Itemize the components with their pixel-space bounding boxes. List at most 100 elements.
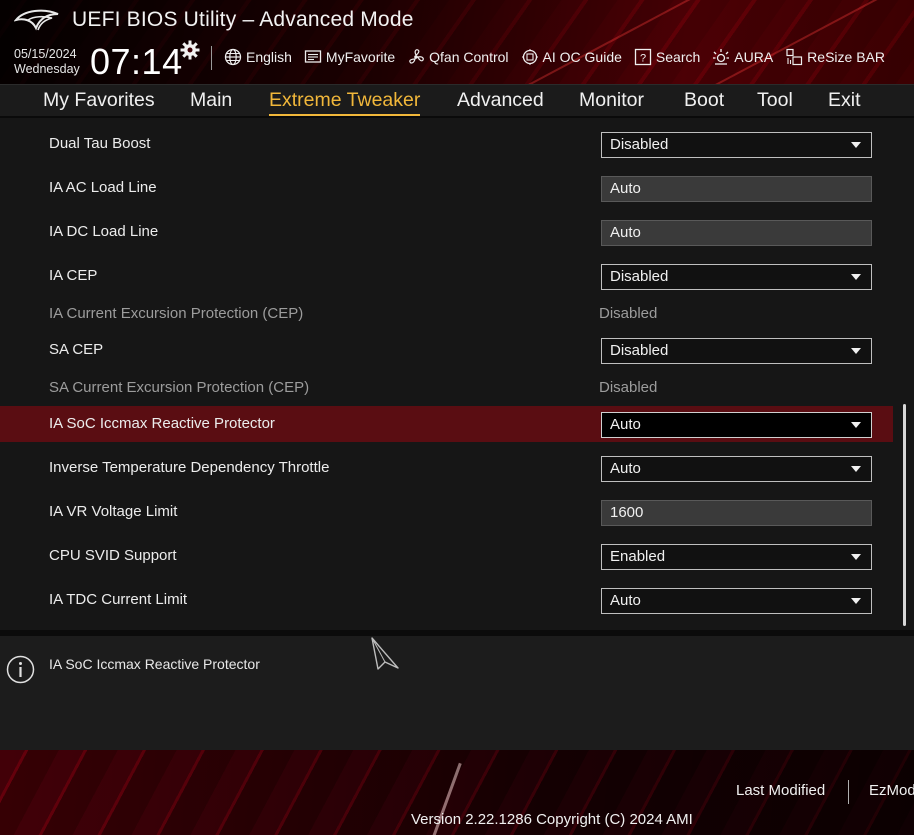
- qfan-control-label: Qfan Control: [429, 49, 509, 65]
- dual-tau-boost-dropdown[interactable]: Disabled: [601, 132, 872, 158]
- footer-bar: Last Modified EzMode(F7) Version 2.22.12…: [0, 750, 914, 835]
- favorite-icon: [304, 50, 322, 63]
- chevron-down-icon: [851, 274, 861, 280]
- ia-vr-voltage-limit-input[interactable]: 1600: [601, 500, 872, 526]
- header-decoration: [637, 0, 903, 84]
- setting-row-cpu-svid-support[interactable]: CPU SVID Support Enabled: [0, 538, 893, 574]
- readonly-value: Disabled: [599, 379, 658, 396]
- dropdown-value: Disabled: [610, 136, 669, 153]
- setting-label: IA VR Voltage Limit: [49, 503, 178, 520]
- sa-cep-dropdown[interactable]: Disabled: [601, 338, 872, 364]
- setting-row-ia-ac-load-line[interactable]: IA AC Load Line Auto: [0, 170, 893, 206]
- gear-icon[interactable]: [180, 40, 200, 60]
- setting-row-ia-vr-voltage-limit[interactable]: IA VR Voltage Limit 1600: [0, 494, 893, 530]
- dropdown-value: Enabled: [610, 548, 666, 565]
- setting-label: IA AC Load Line: [49, 179, 157, 196]
- dropdown-value: Auto: [610, 416, 641, 433]
- setting-row-ia-current-excursion-protection: IA Current Excursion Protection (CEP) Di…: [0, 296, 893, 332]
- search-button[interactable]: ? Search: [634, 48, 700, 66]
- chevron-down-icon: [851, 466, 861, 472]
- svg-text:?: ?: [640, 53, 646, 65]
- ia-ac-load-line-input[interactable]: Auto: [601, 176, 872, 202]
- main-tab-bar: My Favorites Main Extreme Tweaker Advanc…: [0, 84, 914, 118]
- resize-bar-button[interactable]: ReSize BAR: [785, 48, 885, 66]
- setting-label: IA TDC Current Limit: [49, 591, 188, 608]
- language-button[interactable]: English: [224, 48, 292, 66]
- ia-dc-load-line-input[interactable]: Auto: [601, 220, 872, 246]
- ia-soc-iccmax-reactive-protector-dropdown[interactable]: Auto: [601, 412, 872, 438]
- chevron-down-icon: [851, 598, 861, 604]
- tab-tool[interactable]: Tool: [757, 89, 793, 112]
- tab-monitor[interactable]: Monitor: [579, 89, 644, 112]
- weekday-text: Wednesday: [14, 62, 80, 76]
- fan-icon: [409, 49, 424, 64]
- tab-extreme-tweaker[interactable]: Extreme Tweaker: [269, 89, 421, 116]
- aura-button[interactable]: AURA: [712, 48, 773, 66]
- setting-row-dual-tau-boost[interactable]: Dual Tau Boost Disabled: [0, 126, 893, 162]
- ia-tdc-current-limit-dropdown[interactable]: Auto: [601, 588, 872, 614]
- ai-oc-guide-button[interactable]: AI OC Guide: [521, 48, 622, 66]
- setting-label: Inverse Temperature Dependency Throttle: [49, 459, 330, 476]
- dropdown-value: Disabled: [610, 268, 669, 285]
- tab-advanced[interactable]: Advanced: [457, 89, 544, 112]
- ia-cep-dropdown[interactable]: Disabled: [601, 264, 872, 290]
- tab-exit[interactable]: Exit: [828, 89, 861, 112]
- setting-label: Dual Tau Boost: [49, 135, 151, 152]
- date-display: 05/15/2024 Wednesday: [14, 47, 80, 77]
- setting-label: IA DC Load Line: [49, 223, 159, 240]
- qfan-control-button[interactable]: Qfan Control: [407, 48, 509, 66]
- chevron-down-icon: [851, 554, 861, 560]
- resize-bar-label: ReSize BAR: [807, 49, 885, 65]
- setting-label: SA CEP: [49, 341, 104, 358]
- ezmode-button[interactable]: EzMode(F7): [869, 782, 914, 799]
- date-text: 05/15/2024: [14, 47, 77, 61]
- setting-row-sa-cep[interactable]: SA CEP Disabled: [0, 332, 893, 368]
- help-description: IA SoC Iccmax Reactive Protector: [49, 656, 260, 672]
- setting-row-ia-soc-iccmax-reactive-protector[interactable]: IA SoC Iccmax Reactive Protector Auto: [0, 406, 893, 442]
- chevron-down-icon: [851, 348, 861, 354]
- aura-icon: [713, 49, 730, 65]
- tab-main[interactable]: Main: [190, 89, 232, 112]
- header-decoration: [488, 0, 772, 84]
- app-title: UEFI BIOS Utility – Advanced Mode: [72, 8, 414, 31]
- tab-boot[interactable]: Boot: [684, 89, 724, 112]
- setting-label: IA CEP: [49, 267, 98, 284]
- dropdown-value: Disabled: [610, 342, 669, 359]
- setting-label: CPU SVID Support: [49, 547, 177, 564]
- ai-oc-guide-label: AI OC Guide: [542, 49, 622, 65]
- version-text: Version 2.22.1286 Copyright (C) 2024 AMI: [411, 811, 693, 828]
- aura-label: AURA: [734, 49, 774, 65]
- readonly-value: Disabled: [599, 305, 658, 322]
- settings-list: Dual Tau Boost Disabled IA AC Load Line …: [0, 118, 914, 630]
- chevron-down-icon: [851, 422, 861, 428]
- header-bar: UEFI BIOS Utility – Advanced Mode 05/15/…: [0, 0, 914, 84]
- settings-scrollbar[interactable]: [903, 404, 906, 626]
- setting-row-sa-current-excursion-protection: SA Current Excursion Protection (CEP) Di…: [0, 370, 893, 406]
- mouse-pointer-icon: [371, 637, 399, 670]
- rog-logo-icon: [14, 9, 59, 31]
- help-panel: IA SoC Iccmax Reactive Protector: [0, 630, 914, 750]
- search-icon: ?: [634, 48, 652, 66]
- clock: 07:14: [90, 41, 183, 82]
- cpu-svid-support-dropdown[interactable]: Enabled: [601, 544, 872, 570]
- globe-icon: [224, 48, 242, 66]
- tab-my-favorites[interactable]: My Favorites: [43, 89, 155, 112]
- myfavorite-button[interactable]: MyFavorite: [304, 48, 395, 66]
- dropdown-value: Auto: [610, 460, 641, 477]
- setting-row-ia-tdc-current-limit[interactable]: IA TDC Current Limit Auto: [0, 582, 893, 618]
- chip-icon: [521, 49, 538, 65]
- setting-row-ia-dc-load-line[interactable]: IA DC Load Line Auto: [0, 214, 893, 250]
- dropdown-value: Auto: [610, 592, 641, 609]
- setting-row-inverse-temperature-dependency-throttle[interactable]: Inverse Temperature Dependency Throttle …: [0, 450, 893, 486]
- inverse-temperature-dependency-throttle-dropdown[interactable]: Auto: [601, 456, 872, 482]
- last-modified-button[interactable]: Last Modified: [736, 782, 825, 799]
- header-separator: [211, 46, 212, 70]
- setting-label: IA SoC Iccmax Reactive Protector: [49, 415, 275, 432]
- setting-row-ia-cep[interactable]: IA CEP Disabled: [0, 258, 893, 294]
- setting-label: SA Current Excursion Protection (CEP): [49, 379, 310, 396]
- info-icon: [6, 655, 35, 684]
- toolbar: English MyFavorite Qfan Control AI OC Gu…: [224, 46, 897, 68]
- search-label: Search: [655, 49, 701, 65]
- chevron-down-icon: [851, 142, 861, 148]
- footer-separator: [848, 780, 849, 804]
